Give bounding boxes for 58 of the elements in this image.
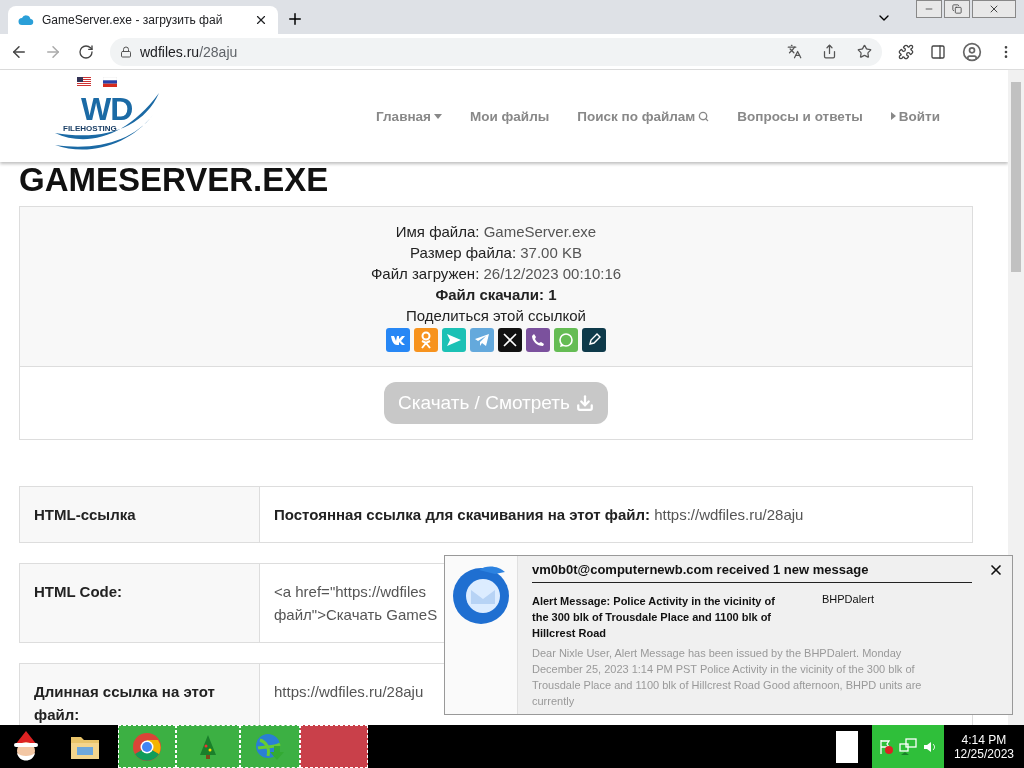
row-label: HTML-ссылка	[20, 487, 260, 542]
pen-share-icon[interactable]	[582, 328, 606, 352]
profile-icon[interactable]	[962, 41, 982, 62]
reload-icon[interactable]	[78, 43, 94, 60]
caret-icon	[433, 113, 442, 119]
row-value: файл">Скачать GameS	[274, 605, 438, 625]
nav-link[interactable]: Мои файлы	[469, 108, 550, 124]
nav-link[interactable]: Главная	[376, 108, 442, 124]
page-title: GAMESERVER.EXE	[19, 162, 330, 200]
file-info-line: Файл загружен: 26/12/2023 00:10:16	[370, 265, 622, 282]
flag-warning-icon[interactable]	[877, 738, 894, 755]
new-tab-icon[interactable]	[286, 10, 304, 28]
row-value: <a href="https://wdfiles	[274, 582, 427, 602]
share-label: Поделиться этой ссылкой	[406, 307, 586, 324]
side-panel-icon[interactable]	[930, 43, 946, 60]
taskbar-clock[interactable]: 4:14 PM 12/25/2023	[943, 732, 1024, 761]
file-info-line: Имя файла: GameServer.exe	[395, 223, 597, 240]
nav-link[interactable]: Поиск по файлам	[577, 108, 710, 124]
extensions-icon[interactable]	[898, 43, 914, 60]
cloud-icon	[18, 14, 34, 26]
download-icon	[575, 394, 594, 412]
search-icon	[698, 110, 710, 122]
message-sender: BHPDalert	[822, 593, 874, 607]
caret-icon	[890, 112, 896, 120]
x-share-icon[interactable]	[498, 328, 522, 352]
scrollbar-thumb[interactable]	[1011, 82, 1021, 272]
notification-title: vm0b0t@computernewb.com received 1 new message	[532, 562, 972, 583]
vk-share-icon[interactable]	[386, 328, 410, 352]
star-icon[interactable]	[857, 44, 872, 59]
taskbar-button[interactable]	[835, 730, 858, 763]
close-button[interactable]	[972, 0, 1016, 18]
row-label: HTML Code:	[20, 564, 260, 642]
close-icon[interactable]	[254, 13, 268, 27]
phone-share-icon[interactable]	[526, 328, 550, 352]
address-bar[interactable]: wdfiles.ru/28aju	[110, 37, 882, 66]
minimize-button[interactable]	[916, 0, 942, 18]
share-icon[interactable]	[822, 44, 837, 59]
flag-icon[interactable]	[77, 77, 91, 87]
flag-icon[interactable]	[103, 77, 117, 87]
restore-button[interactable]	[944, 0, 970, 18]
tree-icon[interactable]	[176, 725, 240, 768]
tab-title: GameServer.exe - загрузить фай	[42, 13, 224, 27]
network-icon[interactable]	[897, 737, 918, 756]
nav-link[interactable]: Войти	[890, 108, 940, 124]
chrome-icon[interactable]	[118, 725, 176, 768]
message-subject: Alert Message: Police Activity in the vicinity of the 300 blk of Trousdale Place and 1100 blk of Hillcrest Road	[532, 594, 776, 641]
download-count: Файл скачали: 1	[435, 286, 557, 303]
translate-icon[interactable]	[787, 44, 802, 59]
row-value: https://wdfiles.ru/28aju	[274, 682, 424, 702]
browser-tab[interactable]: GameServer.exe - загрузить фай	[8, 6, 278, 34]
file-info-line: Размер файла: 37.00 KB	[410, 244, 582, 261]
lock-icon	[120, 45, 132, 58]
restore-icon	[952, 4, 962, 14]
nav-link[interactable]: Вопросы и ответы	[737, 108, 863, 124]
close-icon	[988, 3, 1000, 15]
message-preview: Dear Nixle User, Alert Message has been issued by the BHPDalert. Monday December 25, 2023 1:14 PM PST Police Activity in the vicinity of the 300 blk of Trousdale Place and 1100 blk of Hillcrest Road Good afternoon, BHPD units are currently	[532, 646, 923, 709]
row-value: Постоянная ссылка для скачивания на этот файл: https://wdfiles.ru/28aju	[274, 505, 804, 525]
globe-download-icon[interactable]	[240, 725, 300, 768]
